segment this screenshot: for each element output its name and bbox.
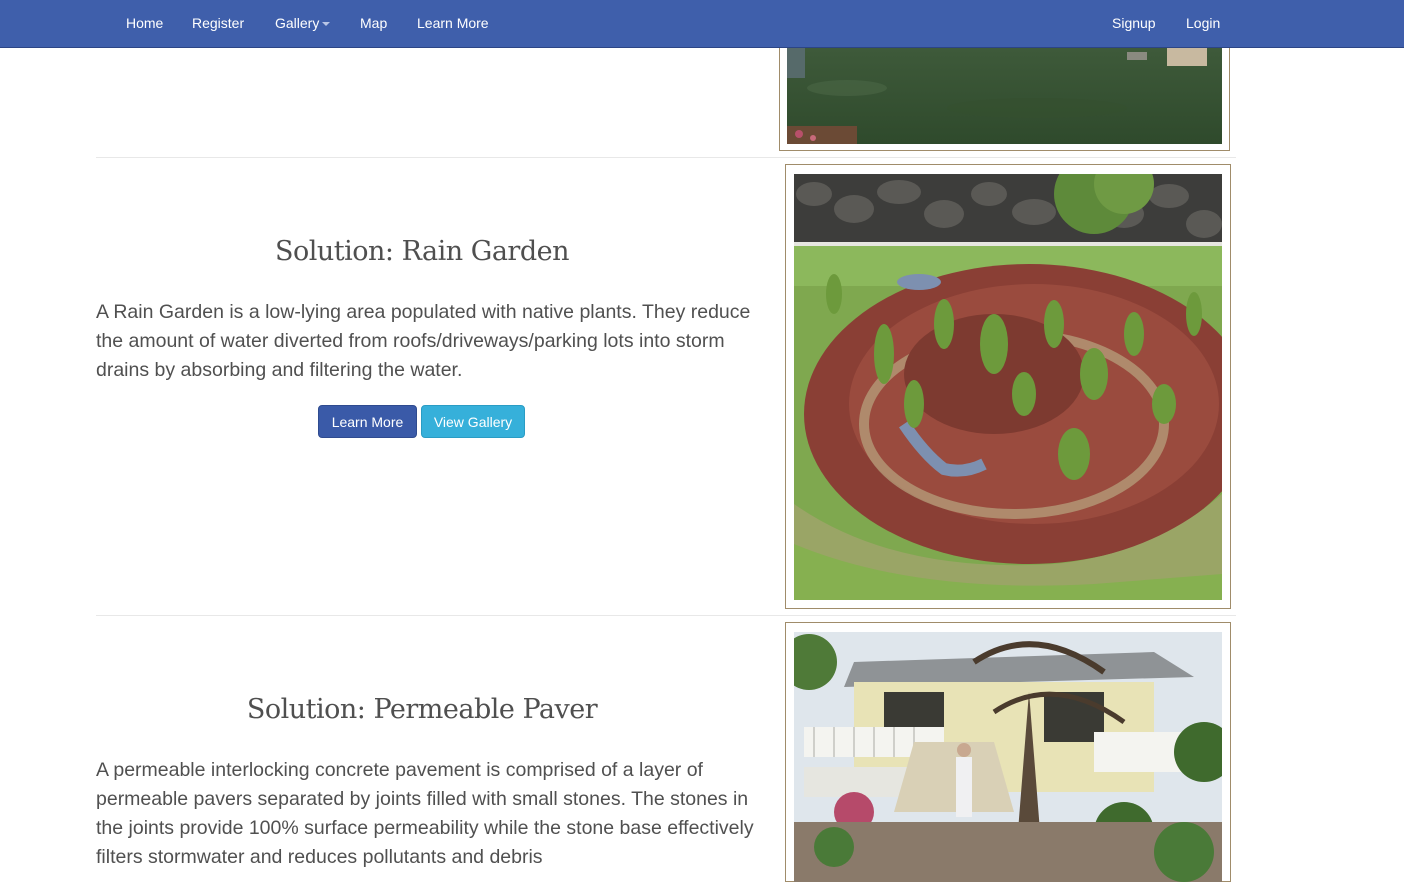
caret-down-icon — [322, 22, 331, 27]
rain-garden-photo — [794, 174, 1222, 600]
permeable-paver-image — [794, 632, 1222, 882]
rain-garden-photo-frame — [785, 164, 1231, 609]
nav-register[interactable]: Register — [192, 0, 244, 47]
rain-garden-learn-more-button[interactable]: Learn More — [318, 405, 417, 438]
section-divider-2 — [96, 615, 1236, 616]
pond-photo — [787, 48, 1222, 144]
nav-home[interactable]: Home — [126, 0, 163, 47]
nav-gallery-label: Gallery — [275, 15, 320, 31]
section-divider — [96, 157, 1236, 158]
rain-garden-image — [794, 174, 1222, 600]
nav-learn-more[interactable]: Learn More — [417, 0, 489, 47]
nav-gallery-dropdown[interactable]: Gallery — [275, 0, 331, 47]
rain-garden-title: Solution: Rain Garden — [275, 236, 569, 267]
nav-signup[interactable]: Signup — [1112, 0, 1156, 47]
pond-photo-frame — [779, 40, 1230, 151]
nav-login[interactable]: Login — [1186, 0, 1220, 47]
permeable-paver-description: A permeable interlocking concrete paveme… — [96, 759, 754, 868]
rain-garden-description: A Rain Garden is a low-lying area popula… — [96, 301, 751, 381]
permeable-paver-photo — [794, 632, 1222, 882]
nav-map[interactable]: Map — [360, 0, 387, 47]
pond-image — [787, 48, 1222, 144]
top-navbar: Home Register Gallery Map Learn More Sig… — [0, 0, 1404, 48]
rain-garden-view-gallery-button[interactable]: View Gallery — [421, 405, 525, 438]
permeable-paver-title: Solution: Permeable Paver — [246, 694, 598, 725]
permeable-paver-photo-frame — [785, 622, 1231, 882]
